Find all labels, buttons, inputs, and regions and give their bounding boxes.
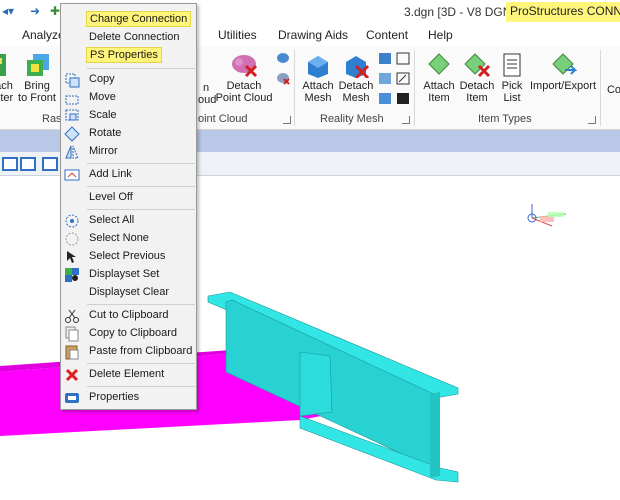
mesh-tool-3-icon[interactable] bbox=[378, 72, 392, 85]
attach-mesh-button[interactable]: Attach Mesh bbox=[300, 52, 336, 104]
view-tool-2-icon[interactable] bbox=[20, 157, 36, 171]
mirror-icon bbox=[64, 144, 80, 160]
menu-item-displayset-set[interactable]: Displayset Set bbox=[61, 266, 196, 284]
context-menu: Change Connection Delete Connection PS P… bbox=[60, 3, 197, 410]
detach-point-cloud-button[interactable]: Detach Point Cloud bbox=[214, 52, 274, 104]
document-title: 3.dgn [3D - V8 DGN] - bbox=[404, 5, 523, 19]
cyan-beam-web bbox=[225, 299, 439, 469]
group-label-reality-mesh: Reality Mesh bbox=[320, 113, 384, 125]
select-previous-icon bbox=[64, 249, 80, 265]
import-export-icon bbox=[549, 52, 578, 78]
tab-analyze[interactable]: Analyze bbox=[22, 28, 65, 42]
select-all-icon bbox=[64, 213, 80, 229]
redo-icon[interactable]: ➜ bbox=[30, 4, 40, 18]
displayset-set-icon bbox=[64, 267, 80, 283]
pick-list-icon bbox=[498, 52, 526, 78]
reality-mesh-launcher-icon[interactable] bbox=[402, 116, 410, 124]
menu-item-copy[interactable]: Copy bbox=[61, 71, 196, 89]
tab-utilities[interactable]: Utilities bbox=[218, 28, 257, 42]
bring-to-front-button[interactable]: Bring to Front bbox=[16, 52, 58, 104]
undo-icon[interactable]: ◂▾ bbox=[2, 4, 14, 18]
copy-clipboard-icon bbox=[64, 326, 80, 342]
properties-icon bbox=[64, 390, 80, 406]
menu-item-mirror[interactable]: Mirror bbox=[61, 143, 196, 161]
menu-item-rotate[interactable]: Rotate bbox=[61, 125, 196, 143]
add-link-icon bbox=[64, 167, 80, 183]
delete-x-icon bbox=[64, 367, 80, 383]
select-none-icon bbox=[64, 231, 80, 247]
attach-item-icon bbox=[425, 52, 453, 78]
menu-item-cut-to-clipboard[interactable]: Cut to Clipboard bbox=[61, 307, 196, 325]
pick-list-button[interactable]: Pick List bbox=[496, 52, 528, 104]
import-export-button[interactable]: Import/Export bbox=[528, 52, 598, 92]
bring-to-front-icon bbox=[23, 52, 51, 78]
more-button[interactable]: Co bbox=[606, 84, 620, 96]
view-tool-3-icon[interactable] bbox=[42, 157, 58, 171]
point-cloud-remove-icon[interactable] bbox=[276, 72, 290, 85]
detach-item-button[interactable]: Detach Item bbox=[458, 52, 496, 104]
view-tool-1-icon[interactable] bbox=[2, 157, 18, 171]
detach-item-icon bbox=[463, 52, 491, 78]
tab-content[interactable]: Content bbox=[366, 28, 408, 42]
attach-item-button[interactable]: Attach Item bbox=[420, 52, 458, 104]
move-icon bbox=[64, 90, 80, 106]
menu-item-level-off[interactable]: Level Off bbox=[61, 189, 196, 207]
detach-mesh-icon bbox=[342, 52, 370, 80]
app-title: ProStructures CONNECT bbox=[506, 2, 620, 22]
menu-item-move[interactable]: Move bbox=[61, 89, 196, 107]
mesh-tool-4-icon[interactable] bbox=[396, 72, 410, 85]
menu-item-add-link[interactable]: Add Link bbox=[61, 166, 196, 184]
menu-item-delete-connection[interactable]: Delete Connection bbox=[61, 29, 196, 47]
scale-icon bbox=[64, 108, 80, 124]
attach-point-cloud-button[interactable]: n oud bbox=[198, 82, 216, 106]
copy-icon bbox=[64, 72, 80, 88]
detach-mesh-button[interactable]: Detach Mesh bbox=[338, 52, 374, 104]
mesh-tool-6-icon[interactable] bbox=[396, 92, 410, 105]
menu-item-ps-properties[interactable]: PS Properties bbox=[61, 47, 196, 65]
menu-item-select-none[interactable]: Select None bbox=[61, 230, 196, 248]
tab-drawing-aids[interactable]: Drawing Aids bbox=[278, 28, 348, 42]
pin-icon[interactable]: ✚ bbox=[50, 4, 60, 18]
group-label-item-types: Item Types bbox=[478, 113, 532, 125]
tab-help[interactable]: Help bbox=[428, 28, 453, 42]
menu-item-change-connection[interactable]: Change Connection bbox=[61, 11, 196, 29]
mesh-tool-1-icon[interactable] bbox=[378, 52, 392, 65]
point-cloud-settings-icon[interactable] bbox=[276, 52, 290, 65]
scissors-icon bbox=[64, 308, 80, 324]
menu-item-displayset-clear[interactable]: Displayset Clear bbox=[61, 284, 196, 302]
item-types-launcher-icon[interactable] bbox=[588, 116, 596, 124]
point-cloud-detach-icon bbox=[230, 52, 258, 78]
attach-mesh-icon bbox=[304, 52, 332, 78]
menu-item-properties[interactable]: Properties bbox=[61, 389, 196, 407]
mesh-tool-5-icon[interactable] bbox=[378, 92, 392, 105]
menu-item-copy-to-clipboard[interactable]: Copy to Clipboard bbox=[61, 325, 196, 343]
mesh-tool-2-icon[interactable] bbox=[396, 52, 410, 65]
menu-item-scale[interactable]: Scale bbox=[61, 107, 196, 125]
menu-item-select-previous[interactable]: Select Previous bbox=[61, 248, 196, 266]
menu-item-paste-from-clipboard[interactable]: Paste from Clipboard bbox=[61, 343, 196, 361]
paste-icon bbox=[64, 344, 80, 360]
attach-raster-button[interactable]: ach ster bbox=[0, 52, 16, 104]
menu-item-select-all[interactable]: Select All bbox=[61, 212, 196, 230]
view-axis-triad-icon bbox=[527, 204, 567, 227]
point-cloud-launcher-icon[interactable] bbox=[283, 116, 291, 124]
rotate-icon bbox=[64, 126, 80, 142]
menu-item-delete-element[interactable]: Delete Element bbox=[61, 366, 196, 384]
group-label-point-cloud: oint Cloud bbox=[198, 113, 248, 125]
